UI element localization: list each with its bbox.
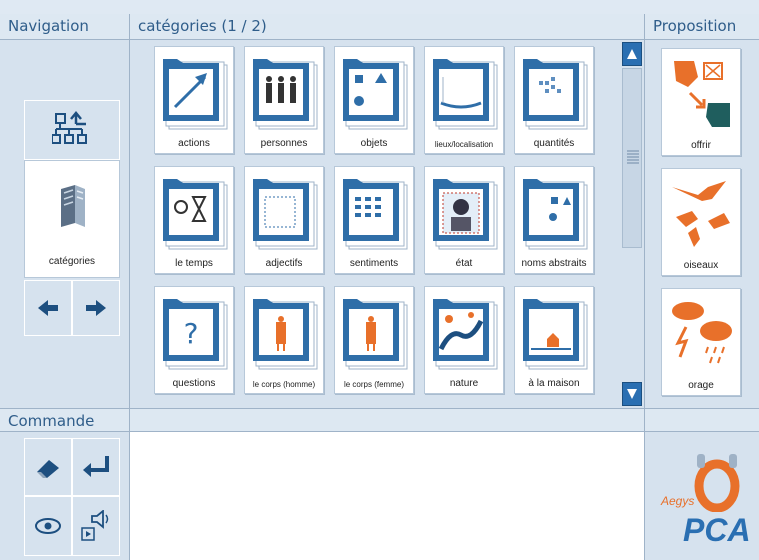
scroll-down-button[interactable] (622, 382, 642, 406)
category-label: le temps (175, 258, 213, 269)
category-tile[interactable]: état (424, 166, 504, 274)
category-tile[interactable]: à la maison (514, 286, 594, 394)
categories-header: catégories (1 / 2) (130, 14, 645, 40)
categories-nav-button[interactable]: catégories (24, 160, 120, 278)
category-tile[interactable]: lieux/localisation (424, 46, 504, 154)
logo-brand: Aegys (661, 494, 695, 508)
logo-ring-icon (694, 454, 740, 512)
message-area[interactable] (130, 432, 645, 560)
grip-icon (627, 150, 639, 164)
proposition-label: oiseaux (683, 260, 719, 271)
logo-product: PCA (683, 512, 751, 548)
category-tile[interactable]: personnes (244, 46, 324, 154)
category-label: lieux/localisation (434, 140, 494, 149)
category-tile[interactable]: le corps (femme) (334, 286, 414, 394)
category-label: questions (172, 378, 216, 389)
scroll-up-button[interactable] (622, 42, 642, 66)
category-label: quantités (533, 138, 575, 149)
next-button[interactable] (72, 280, 120, 336)
proposition-label: orage (688, 380, 714, 391)
category-tile[interactable]: le temps (154, 166, 234, 274)
categories-title: catégories (1 / 2) (138, 17, 267, 35)
logo-header (645, 408, 759, 432)
categories-nav-label: catégories (48, 256, 96, 267)
category-label: à la maison (528, 378, 580, 389)
arrow-left-icon (38, 300, 58, 316)
arrow-right-icon (86, 300, 106, 316)
category-label: nature (449, 378, 479, 389)
category-label: le corps (femme) (343, 380, 404, 389)
category-label: adjectifs (265, 258, 303, 269)
eye-icon (35, 518, 61, 534)
proposition-label: offrir (691, 140, 711, 151)
category-tile[interactable]: objets (334, 46, 414, 154)
view-button[interactable] (24, 496, 72, 556)
speaker-play-icon (81, 510, 109, 541)
category-tile[interactable]: le corps (homme) (244, 286, 324, 394)
scroll-thumb[interactable] (622, 68, 642, 248)
proposition-item[interactable]: oiseaux (661, 168, 741, 276)
proposition-header: Proposition (645, 14, 759, 40)
category-tile[interactable]: nature (424, 286, 504, 394)
enter-icon (83, 456, 109, 477)
hierarchy-button[interactable] (24, 100, 120, 160)
offer-icon (674, 61, 730, 127)
category-tile[interactable]: sentiments (334, 166, 414, 274)
svg-text:?: ? (184, 317, 199, 350)
proposition-title: Proposition (653, 17, 737, 35)
navigation-panel: catégories (0, 40, 130, 408)
message-header (130, 408, 645, 432)
category-label: personnes (260, 138, 308, 149)
category-label: état (455, 258, 473, 269)
category-label: objets (360, 138, 388, 149)
eraser-icon (37, 460, 59, 478)
erase-button[interactable] (24, 438, 72, 496)
navigation-header: Navigation (0, 14, 130, 40)
enter-button[interactable] (72, 438, 120, 496)
speak-button[interactable] (72, 496, 120, 556)
triangle-down-icon (627, 389, 637, 399)
navigation-title: Navigation (8, 17, 89, 35)
commande-header: Commande (0, 408, 130, 432)
category-label: le corps (homme) (252, 380, 316, 389)
category-tile[interactable]: noms abstraits (514, 166, 594, 274)
category-tile[interactable]: actions (154, 46, 234, 154)
category-tile[interactable]: quantités (514, 46, 594, 154)
birds-icon (672, 181, 730, 247)
category-label: noms abstraits (521, 258, 587, 269)
category-label: actions (178, 138, 210, 149)
commande-title: Commande (8, 412, 95, 430)
proposition-item[interactable]: offrir (661, 48, 741, 156)
commande-panel (0, 432, 130, 560)
category-label: sentiments (349, 258, 399, 269)
book-icon (61, 185, 85, 227)
proposition-panel: offrir oiseaux orage (645, 40, 759, 408)
categories-grid: actions personnes objets lieux/localisation… (130, 40, 618, 408)
previous-button[interactable] (24, 280, 72, 336)
category-tile[interactable]: adjectifs (244, 166, 324, 274)
category-tile[interactable]: ? questions (154, 286, 234, 394)
proposition-item[interactable]: orage (661, 288, 741, 396)
hierarchy-icon (52, 111, 87, 144)
categories-scrollbar[interactable] (618, 40, 645, 408)
triangle-up-icon (627, 49, 637, 59)
storm-icon (672, 302, 732, 364)
logo-panel: Aegys PCA (645, 432, 759, 560)
